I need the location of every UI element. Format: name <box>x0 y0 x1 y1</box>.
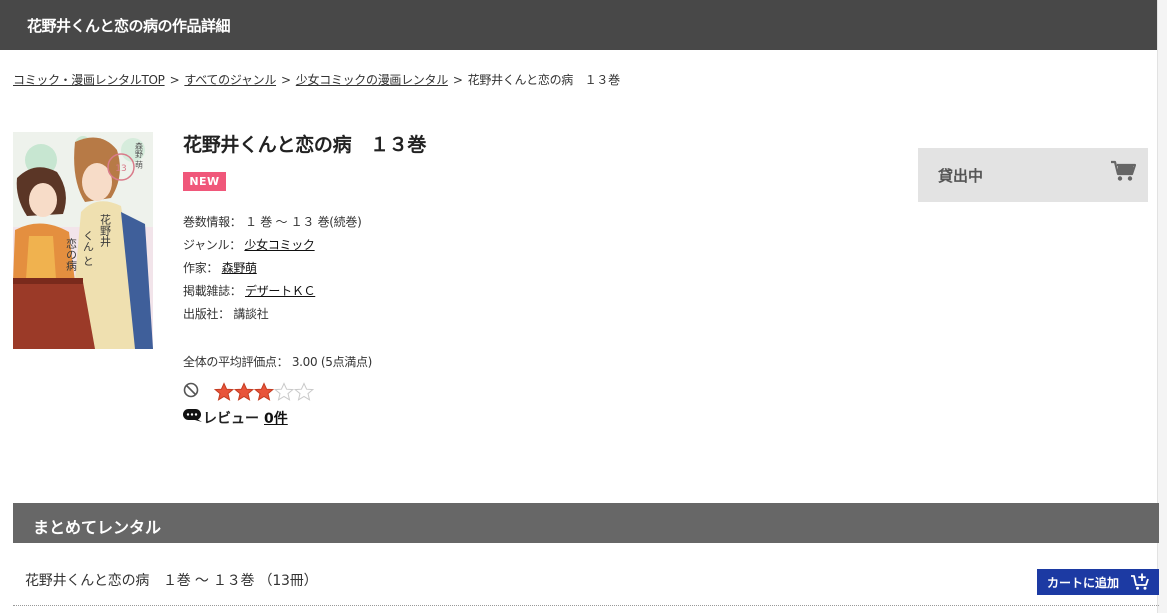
book-cover-image[interactable]: 13 森野 萌 花野井 くん と 恋の病 <box>13 132 153 349</box>
page-title: 花野井くんと恋の病の作品詳細 <box>27 17 231 35</box>
svg-text:恋の病: 恋の病 <box>65 237 78 272</box>
volumes-info: 巻数情報： １ 巻 ～ １３ 巻(続巻) <box>183 213 362 230</box>
review-count-link[interactable]: 0件 <box>264 408 288 428</box>
cart-plus-icon <box>1130 573 1150 594</box>
publisher-info: 出版社： 講談社 <box>183 305 269 322</box>
star-rating[interactable] <box>214 382 314 402</box>
rating-row <box>183 382 314 402</box>
breadcrumb-link-top[interactable]: コミック・漫画レンタルTOP <box>13 73 165 87</box>
svg-text:森野 萌: 森野 萌 <box>135 141 144 170</box>
add-to-cart-button[interactable]: カートに追加 <box>1037 569 1159 595</box>
svg-text:くん と: くん と <box>82 230 95 267</box>
genre-link[interactable]: 少女コミック <box>244 238 315 252</box>
bundle-rental-section-header: まとめてレンタル <box>13 503 1159 543</box>
magazine-link[interactable]: デザートＫＣ <box>245 284 316 298</box>
cart-icon <box>1110 160 1137 186</box>
star-empty-icon[interactable] <box>294 382 314 402</box>
section-title: まとめてレンタル <box>33 518 162 537</box>
star-filled-icon[interactable] <box>254 382 274 402</box>
speech-bubble-icon <box>183 409 203 427</box>
breadcrumb-link-shoujo[interactable]: 少女コミックの漫画レンタル <box>296 73 448 87</box>
review-row: レビュー 0件 <box>183 408 288 428</box>
magazine-label: 掲載雑誌： <box>183 284 242 298</box>
magazine-info: 掲載雑誌： デザートＫＣ <box>183 282 316 299</box>
review-label: レビュー <box>203 411 259 427</box>
author-link[interactable]: 森野萌 <box>222 261 257 275</box>
star-empty-icon[interactable] <box>274 382 294 402</box>
rating-value: 3.00 (5点満点) <box>291 355 373 369</box>
volumes-value: １ 巻 ～ １３ 巻(続巻) <box>245 215 362 229</box>
divider <box>13 605 1159 606</box>
star-filled-icon[interactable] <box>214 382 234 402</box>
bundle-description: 花野井くんと恋の病 １巻 ～ １３巻 （13冊） <box>25 573 318 589</box>
average-rating-info: 全体の平均評価点： 3.00 (5点満点) <box>183 353 372 370</box>
book-title: 花野井くんと恋の病 １３巻 <box>183 134 427 156</box>
add-to-cart-label: カートに追加 <box>1047 575 1120 590</box>
genre-info: ジャンル： 少女コミック <box>183 236 315 253</box>
rent-status-label: 貸出中 <box>938 167 984 185</box>
publisher-label: 出版社： <box>183 307 230 321</box>
rating-label: 全体の平均評価点： <box>183 355 289 369</box>
genre-label: ジャンル： <box>183 238 241 252</box>
prohibited-icon[interactable] <box>183 382 199 402</box>
new-badge: NEW <box>183 172 226 191</box>
breadcrumb-current: 花野井くんと恋の病 １３巻 <box>467 73 620 87</box>
svg-text:花野井: 花野井 <box>99 214 112 248</box>
svg-text:13: 13 <box>115 164 126 174</box>
breadcrumb-separator: > <box>169 73 180 87</box>
breadcrumb-link-all-genres[interactable]: すべてのジャンル <box>184 73 276 87</box>
page-header: 花野井くんと恋の病の作品詳細 <box>0 0 1158 50</box>
breadcrumb-separator: > <box>452 73 463 87</box>
rent-status-box: 貸出中 <box>918 148 1148 202</box>
volumes-label: 巻数情報： <box>183 215 242 229</box>
publisher-value: 講談社 <box>233 307 269 321</box>
author-info: 作家： 森野萌 <box>183 259 257 276</box>
breadcrumb-separator: > <box>281 73 291 87</box>
breadcrumb: コミック・漫画レンタルTOP > すべてのジャンル > 少女コミックの漫画レンタル > 花野… <box>13 71 620 88</box>
author-label: 作家： <box>183 261 219 275</box>
star-filled-icon[interactable] <box>234 382 254 402</box>
